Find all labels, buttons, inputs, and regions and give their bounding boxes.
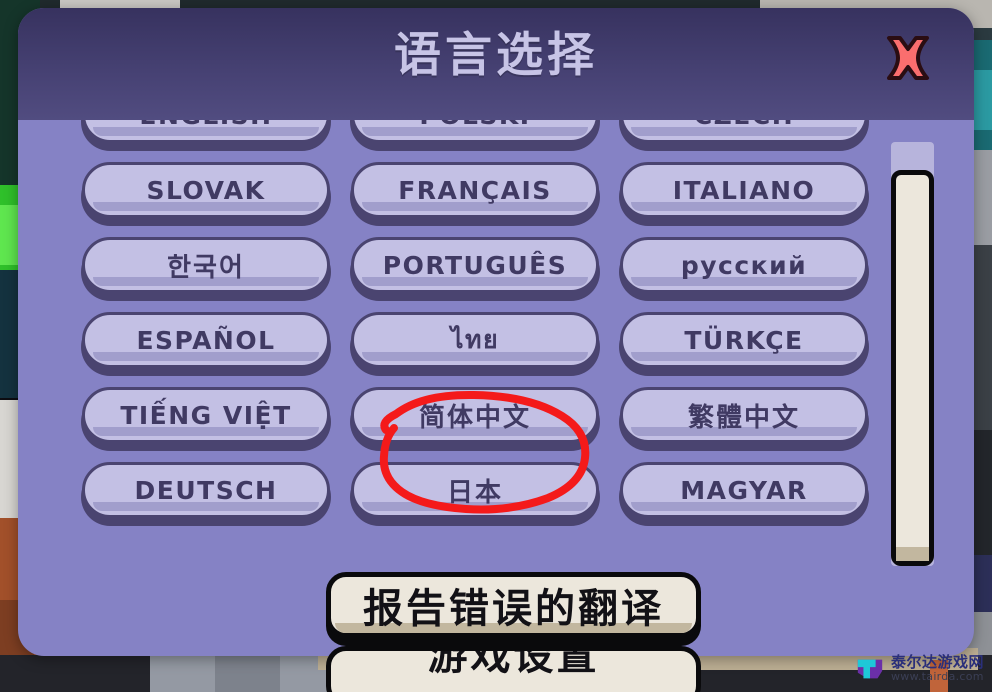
watermark-url: www.tairda.com bbox=[890, 670, 984, 684]
language-list-scrollbar[interactable] bbox=[891, 142, 934, 566]
language-button-vietnamese[interactable]: TIẾNG VIỆT bbox=[82, 387, 330, 443]
language-button-label: 한국어 bbox=[167, 252, 245, 283]
language-button-japanese[interactable]: 日本 bbox=[351, 462, 599, 518]
dialog-header: 语言选择 bbox=[18, 8, 974, 120]
language-button-label: POLSKI bbox=[419, 120, 530, 130]
tairda-t-logo-icon bbox=[857, 659, 883, 679]
language-button-label: PORTUGUÊS bbox=[382, 250, 568, 280]
language-button-korean[interactable]: 한국어 bbox=[82, 237, 330, 293]
language-button-label: FRANÇAIS bbox=[398, 175, 552, 205]
language-button-label: ENGLISH bbox=[139, 120, 272, 130]
language-button-espanol[interactable]: ESPAÑOL bbox=[82, 312, 330, 368]
language-button-slovak[interactable]: SLOVAK bbox=[82, 162, 330, 218]
language-button-polski[interactable]: POLSKI bbox=[351, 120, 599, 143]
language-button-label: ITALIANO bbox=[672, 175, 816, 205]
language-button-czech[interactable]: CZECH bbox=[620, 120, 868, 143]
language-button-turkce[interactable]: TÜRKÇE bbox=[620, 312, 868, 368]
bg-bottom-character-shade bbox=[215, 655, 280, 692]
scrollbar-thumb[interactable] bbox=[891, 170, 934, 566]
secondary-menu-button-label: 游戏设置 bbox=[427, 646, 600, 679]
watermark-text: 泰尔达游戏网 www.tairda.com bbox=[890, 653, 984, 684]
report-translation-error-label: 报告错误的翻译 bbox=[363, 586, 664, 632]
language-button-russian[interactable]: русский bbox=[620, 237, 868, 293]
language-button-italiano[interactable]: ITALIANO bbox=[620, 162, 868, 218]
close-x-icon[interactable] bbox=[880, 30, 936, 86]
report-translation-error-button[interactable]: 报告错误的翻译 bbox=[326, 572, 701, 638]
language-button-portugues[interactable]: PORTUGUÊS bbox=[351, 237, 599, 293]
language-button-chinese-traditional[interactable]: 繁體中文 bbox=[620, 387, 868, 443]
language-button-label: ไทย bbox=[450, 325, 500, 354]
language-button-label: DEUTSCH bbox=[134, 475, 278, 505]
language-grid: ENGLISH POLSKI CZECH SLOVAK FRANÇAIS ITA… bbox=[82, 120, 892, 518]
language-button-label: ESPAÑOL bbox=[136, 325, 276, 355]
language-button-label: TIẾNG VIỆT bbox=[120, 400, 292, 430]
language-button-label: TÜRKÇE bbox=[684, 325, 804, 355]
language-button-label: SLOVAK bbox=[146, 175, 266, 205]
language-button-label: CZECH bbox=[694, 120, 794, 130]
watermark-title: 泰尔达游戏网 bbox=[890, 653, 984, 672]
dialog-title: 语言选择 bbox=[394, 28, 598, 83]
watermark: 泰尔达游戏网 www.tairda.com bbox=[855, 654, 984, 684]
language-button-francais[interactable]: FRANÇAIS bbox=[351, 162, 599, 218]
language-button-deutsch[interactable]: DEUTSCH bbox=[82, 462, 330, 518]
language-button-thai[interactable]: ไทย bbox=[351, 312, 599, 368]
language-button-label: 日本 bbox=[446, 477, 503, 508]
language-button-label: 繁體中文 bbox=[687, 402, 800, 433]
language-button-english[interactable]: ENGLISH bbox=[82, 120, 330, 143]
language-selection-dialog: 语言选择 ENGLISH POLSKI CZECH SLOVAK FRANÇAI… bbox=[18, 8, 974, 656]
language-button-magyar[interactable]: MAGYAR bbox=[620, 462, 868, 518]
language-list-scroll-area[interactable]: ENGLISH POLSKI CZECH SLOVAK FRANÇAIS ITA… bbox=[18, 120, 974, 568]
language-button-label: русский bbox=[680, 250, 808, 280]
language-button-label: 简体中文 bbox=[418, 402, 531, 433]
language-button-label: MAGYAR bbox=[680, 475, 808, 505]
bg-left-green-highlight bbox=[0, 205, 18, 265]
secondary-menu-button[interactable]: 游戏设置 bbox=[326, 646, 701, 692]
language-button-chinese-simplified[interactable]: 简体中文 bbox=[351, 387, 599, 443]
